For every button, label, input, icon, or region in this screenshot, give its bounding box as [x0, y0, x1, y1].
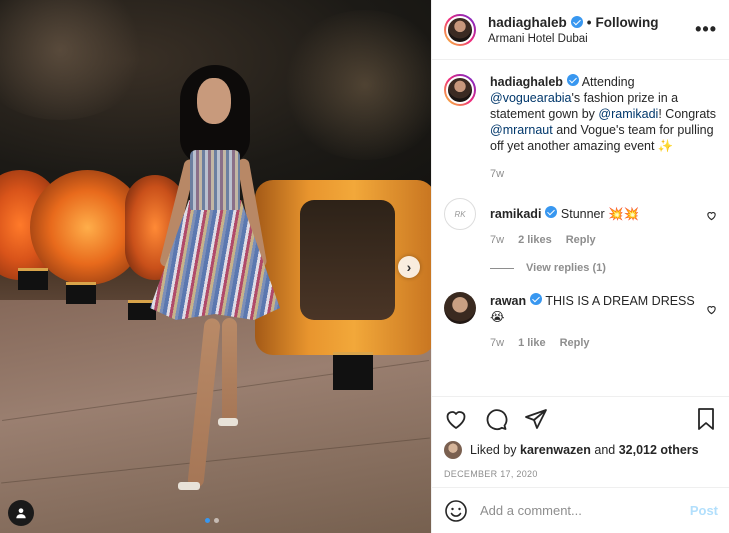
verified-badge-icon [566, 74, 579, 86]
photo-sign-letter-inner [300, 200, 395, 320]
post-sidebar: hadiaghaleb • Following Armani Hotel Dub… [431, 0, 729, 533]
caption-body: hadiaghaleb Attending @voguearabia's fas… [490, 74, 717, 182]
post-modal: › hadiaghaleb • Following Armani Hotel D… [0, 0, 729, 533]
caption-text-part: Attending [578, 75, 635, 89]
comment: RK ramikadi Stunner 💥💥 7w 2 likes Reply [444, 198, 717, 248]
commenter-avatar[interactable]: RK [444, 198, 476, 230]
comment-time[interactable]: 7w [490, 335, 504, 351]
avatar-image [446, 76, 474, 104]
following-button[interactable]: Following [596, 15, 659, 30]
photo-person-dress-top [190, 150, 240, 210]
share-paper-plane-icon[interactable] [524, 407, 548, 431]
author-username[interactable]: hadiaghaleb [488, 15, 567, 30]
location-link[interactable]: Armani Hotel Dubai [488, 33, 695, 45]
caption-text: hadiaghaleb Attending @voguearabia's fas… [490, 74, 717, 154]
replies-line [490, 267, 514, 269]
carousel-dot [214, 518, 219, 523]
comment-likes[interactable]: 1 like [518, 335, 546, 351]
caption: hadiaghaleb Attending @voguearabia's fas… [444, 74, 717, 182]
action-icons [444, 407, 718, 431]
photo-person-leg [222, 318, 237, 423]
comment: rawan THIS IS A DREAM DRESS😭 7w 1 like R… [444, 292, 717, 351]
emoji-smiley-icon[interactable] [444, 499, 468, 523]
photo-lantern [333, 352, 373, 390]
likes-middle: and [590, 443, 619, 457]
liker-username[interactable]: karenwazen [520, 443, 591, 457]
reply-button[interactable]: Reply [560, 335, 590, 351]
liker-avatar[interactable] [444, 441, 462, 459]
comment-meta: 7w 1 like Reply [490, 335, 706, 351]
likes-text: Liked by karenwazen and 32,012 others [470, 443, 699, 457]
post-photo[interactable]: › [0, 0, 431, 533]
save-bookmark-icon[interactable] [694, 407, 718, 431]
commenter-avatar[interactable] [444, 292, 476, 324]
mention-link[interactable]: @voguearabia [490, 91, 572, 105]
comment-body: rawan THIS IS A DREAM DRESS😭 7w 1 like R… [490, 292, 706, 351]
photo-person-face [197, 78, 231, 124]
tagged-users-button[interactable] [8, 500, 34, 526]
comment-body: ramikadi Stunner 💥💥 7w 2 likes Reply [490, 198, 706, 248]
caption-text-part: ! Congrats [658, 107, 717, 121]
comment-bubble-icon[interactable] [484, 407, 508, 431]
like-heart-icon[interactable] [444, 407, 468, 431]
verified-badge-icon [545, 206, 558, 218]
author-avatar[interactable] [444, 13, 476, 46]
comment-text: rawan THIS IS A DREAM DRESS😭 [490, 293, 706, 325]
comment-time[interactable]: 7w [490, 232, 504, 248]
verified-badge-icon [570, 16, 583, 28]
view-replies-label: View replies (1) [526, 262, 606, 274]
photo-lantern [66, 282, 96, 304]
author-info: hadiaghaleb • Following Armani Hotel Dub… [488, 15, 695, 45]
chevron-right-icon: › [406, 259, 412, 275]
post-comment-button[interactable]: Post [690, 503, 718, 518]
photo-person-shoe [218, 418, 238, 426]
author-row: hadiaghaleb • Following [488, 15, 695, 30]
carousel-dot-active [205, 518, 210, 523]
add-comment-bar: Add a comment... Post [432, 487, 729, 533]
post-date[interactable]: DECEMBER 17, 2020 [444, 469, 718, 479]
photo-lantern [18, 268, 48, 290]
post-header: hadiaghaleb • Following Armani Hotel Dub… [432, 0, 729, 60]
comment-likes[interactable]: 2 likes [518, 232, 552, 248]
carousel-next-button[interactable]: › [398, 256, 420, 278]
likes-prefix: Liked by [470, 443, 521, 457]
verified-badge-icon [530, 293, 543, 305]
caption-avatar[interactable] [444, 74, 476, 106]
comment-text: ramikadi Stunner 💥💥 [490, 206, 706, 222]
view-replies-button[interactable]: View replies (1) [490, 262, 717, 274]
likes-summary: Liked by karenwazen and 32,012 others [444, 441, 718, 459]
user-tag-icon [16, 508, 26, 519]
comment-username[interactable]: rawan [490, 294, 526, 308]
heart-icon[interactable] [706, 210, 717, 221]
comments-section[interactable]: hadiaghaleb Attending @voguearabia's fas… [432, 60, 729, 395]
heart-icon[interactable] [706, 304, 717, 315]
caption-username[interactable]: hadiaghaleb [490, 75, 563, 89]
comment-username[interactable]: ramikadi [490, 207, 541, 221]
more-options-icon[interactable]: ••• [695, 19, 717, 40]
mention-link[interactable]: @mrarnaut [490, 123, 553, 137]
photo-person-shoe [178, 482, 200, 490]
post-actions: Liked by karenwazen and 32,012 others DE… [432, 396, 729, 479]
likes-others-link[interactable]: 32,012 others [619, 443, 699, 457]
reply-button[interactable]: Reply [566, 232, 596, 248]
comment-input[interactable]: Add a comment... [480, 503, 690, 518]
mention-link[interactable]: @ramikadi [598, 107, 658, 121]
separator-dot: • [586, 14, 592, 30]
carousel-indicator [205, 518, 219, 523]
caption-meta: 7w [490, 166, 717, 182]
comment-meta: 7w 2 likes Reply [490, 232, 706, 248]
caption-time[interactable]: 7w [490, 166, 504, 182]
comment-content: Stunner 💥💥 [557, 207, 640, 221]
photo-lantern [128, 300, 156, 320]
avatar-image [446, 15, 474, 44]
